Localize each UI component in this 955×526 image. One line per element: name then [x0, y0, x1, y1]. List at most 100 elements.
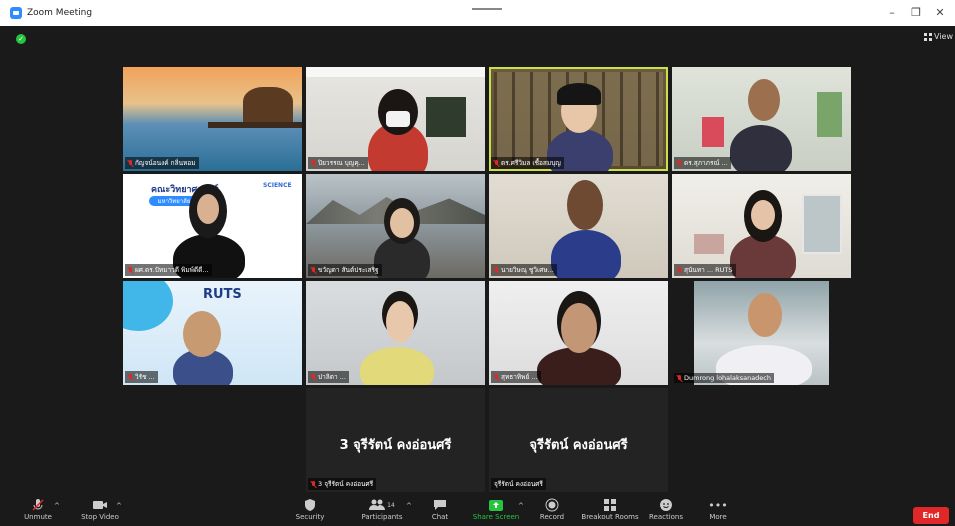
- person-face: [197, 194, 219, 224]
- participant-tile[interactable]: นายวิษณุ ชูวิเศษ...: [489, 174, 668, 278]
- window-title: Zoom Meeting: [27, 8, 93, 18]
- close-button[interactable]: ✕: [930, 6, 950, 19]
- mic-muted-icon: [494, 373, 499, 381]
- mic-muted-icon: [128, 159, 133, 167]
- participant-nametag: สุทธาทิพย์ ...: [491, 371, 541, 383]
- mic-muted-icon: [128, 373, 133, 381]
- person-face: [561, 303, 597, 353]
- more-dots-icon: •••: [708, 498, 728, 512]
- participant-nametag: วิรัช ...: [125, 371, 158, 383]
- share-screen-icon: [488, 498, 504, 512]
- participant-nametag: ผศ.ดร.ปัทมาวดี พิมพ์ดีดี...: [125, 264, 212, 276]
- participant-tile[interactable]: Dumrong lohalaksanadech: [672, 281, 851, 385]
- participant-tile-no-video[interactable]: จุรีรัตน์ คงอ่อนศรี จุรีรัตน์ คงอ่อนศรี: [489, 388, 668, 492]
- face-mask: [386, 111, 410, 127]
- ruts-logo-text: RUTS: [203, 287, 242, 302]
- participant-nametag: ดร.ศรีวิมล เชื้อสมบุญ: [491, 157, 564, 169]
- shelf-item: [702, 117, 724, 147]
- participant-nametag: ปิยวรรณ บุญคุ...: [308, 157, 368, 169]
- mic-muted-icon: [311, 373, 316, 381]
- mic-muted-icon: [31, 498, 45, 512]
- participants-button[interactable]: 14 Participants: [352, 498, 412, 521]
- participant-display-name: 3 จุรีรัตน์ คงอ่อนศรี: [339, 438, 452, 453]
- chat-button[interactable]: Chat: [410, 498, 470, 521]
- end-meeting-button[interactable]: End: [913, 507, 949, 524]
- participant-nametag: ดร.สุภาภรณ์ ...: [674, 157, 731, 169]
- minimize-button[interactable]: –: [882, 6, 902, 19]
- person-head: [748, 79, 780, 121]
- participant-nametag: กัญจน์อนงค์ กลิ่นหอม: [125, 157, 199, 169]
- participant-tile[interactable]: ดร.สุภาภรณ์ ...: [672, 67, 851, 171]
- mic-muted-icon: [311, 266, 316, 274]
- person-body: [360, 347, 434, 385]
- participant-nametag: สุนันทา ... RUTS: [674, 264, 736, 276]
- mic-muted-icon: [311, 480, 316, 488]
- breakout-rooms-icon: [603, 498, 617, 512]
- participant-tile[interactable]: ปาลิตา ...: [306, 281, 485, 385]
- participant-nametag: ปาลิตา ...: [308, 371, 349, 383]
- video-camera-icon: [92, 498, 108, 512]
- drag-handle[interactable]: [472, 8, 502, 10]
- participant-tile[interactable]: คณะวิทยาศาสตร์ มหาวิทยาลัย SCIENCE ผศ.ดร…: [123, 174, 302, 278]
- participant-tile-no-video[interactable]: 3 จุรีรัตน์ คงอ่อนศรี 3 จุรีรัตน์ คงอ่อน…: [306, 388, 485, 492]
- participants-icon: 14: [369, 498, 395, 512]
- participant-nametag: ขวัญตา สันต์ประเสริฐ: [308, 264, 382, 276]
- mic-muted-icon: [677, 266, 682, 274]
- window-shape: [802, 194, 842, 254]
- gallery-view: ✓ View กัญจน์อนงค์ กลิ่นหอม ปิยวรรณ บุญค…: [0, 26, 955, 496]
- grid-icon: [924, 32, 933, 41]
- meeting-toolbar: Unmute ^ Stop Video ^ Security 14 Partic…: [0, 496, 955, 526]
- record-button[interactable]: Record: [522, 498, 582, 521]
- breakout-rooms-button[interactable]: Breakout Rooms: [580, 498, 640, 521]
- reactions-button[interactable]: Reactions: [636, 498, 696, 521]
- curtain: [817, 92, 842, 137]
- pier-shape: [208, 122, 302, 128]
- smiley-icon: [659, 498, 673, 512]
- mic-muted-icon: [677, 159, 682, 167]
- participant-tile-active-speaker[interactable]: ดร.ศรีวิมล เชื้อสมบุญ: [489, 67, 668, 171]
- participant-tile[interactable]: สุทธาทิพย์ ...: [489, 281, 668, 385]
- restore-button[interactable]: ❐: [906, 6, 926, 19]
- audio-options-chevron-icon[interactable]: ^: [54, 502, 60, 510]
- security-button[interactable]: Security: [280, 498, 340, 521]
- view-button[interactable]: View: [924, 32, 953, 41]
- participant-display-name: จุรีรัตน์ คงอ่อนศรี: [529, 438, 628, 453]
- person-face: [386, 301, 414, 343]
- person-head: [748, 293, 782, 337]
- participants-count: 14: [387, 501, 395, 509]
- shield-icon: [304, 498, 316, 512]
- zoom-logo-icon: [10, 7, 22, 19]
- participant-tile[interactable]: ขวัญตา สันต์ประเสริฐ: [306, 174, 485, 278]
- person-head: [567, 180, 603, 230]
- mic-muted-icon: [128, 266, 133, 274]
- decor-blob: [123, 281, 173, 331]
- title-bar: Zoom Meeting – ❐ ✕: [0, 0, 955, 26]
- mic-muted-icon: [494, 159, 499, 167]
- participant-nametag: จุรีรัตน์ คงอ่อนศรี: [491, 478, 546, 490]
- participant-nametag: นายวิษณุ ชูวิเศษ...: [491, 264, 557, 276]
- shelf-item: [694, 234, 724, 254]
- person-body: [730, 125, 792, 171]
- person-body: [551, 230, 621, 278]
- record-icon: [545, 498, 559, 512]
- person-head: [183, 311, 221, 357]
- person-face: [751, 200, 775, 230]
- participant-nametag: 3 จุรีรัตน์ คงอ่อนศรี: [308, 478, 377, 490]
- hair: [557, 83, 601, 105]
- hut-shape: [243, 87, 293, 123]
- person-face: [390, 208, 414, 238]
- more-button[interactable]: ••• More: [688, 498, 748, 522]
- science-badge: SCIENCE: [263, 182, 292, 189]
- video-options-chevron-icon[interactable]: ^: [116, 502, 122, 510]
- encryption-shield-icon[interactable]: ✓: [16, 34, 26, 44]
- participant-tile[interactable]: ปิยวรรณ บุญคุ...: [306, 67, 485, 171]
- participant-tile[interactable]: กัญจน์อนงค์ กลิ่นหอม: [123, 67, 302, 171]
- participant-tile[interactable]: สุนันทา ... RUTS: [672, 174, 851, 278]
- mic-muted-icon: [494, 266, 499, 274]
- participant-tile[interactable]: RUTS วิรัช ...: [123, 281, 302, 385]
- share-screen-button[interactable]: Share Screen: [466, 498, 526, 521]
- board-shape: [426, 97, 466, 137]
- mic-muted-icon: [311, 159, 316, 167]
- participant-nametag: Dumrong lohalaksanadech: [674, 373, 775, 383]
- chat-bubble-icon: [433, 498, 447, 512]
